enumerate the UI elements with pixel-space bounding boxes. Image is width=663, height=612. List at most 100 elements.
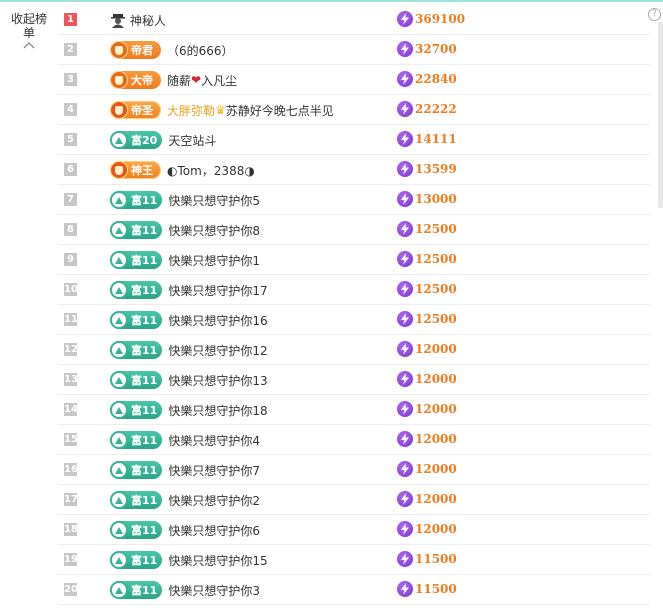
contribution-value: 11500 <box>397 581 457 597</box>
table-row[interactable]: 9 富11 快樂只想守护你1 12500 <box>58 245 650 275</box>
user-name[interactable]: 大胖弥勒 <box>167 102 215 119</box>
user-name[interactable]: 快樂只想守护你6 <box>168 522 260 539</box>
user-name[interactable]: （6的666） <box>167 42 234 59</box>
user-cell[interactable]: 帝君 （6的666） <box>110 39 234 61</box>
user-name[interactable]: 神秘人 <box>130 12 166 29</box>
lightning-icon <box>397 491 413 507</box>
user-cell[interactable]: 富11 快樂只想守护你1 <box>110 249 260 271</box>
heart-icon: ❤ <box>191 73 202 87</box>
wealth-triangle-icon <box>110 251 128 269</box>
rank-number: 13 <box>64 373 78 386</box>
user-cell[interactable]: 富11 快樂只想守护你18 <box>110 399 268 421</box>
user-cell[interactable]: 富11 快樂只想守护你13 <box>110 369 268 391</box>
user-name[interactable]: 快樂只想守护你3 <box>168 582 260 599</box>
user-cell[interactable]: 帝圣 大胖弥勒 ♛ 苏静好今晚七点半见 <box>110 99 334 121</box>
user-cell[interactable]: 富11 快樂只想守护你12 <box>110 339 268 361</box>
wealth-triangle-icon <box>110 401 128 419</box>
value-text: 11500 <box>415 582 457 596</box>
table-row[interactable]: 4 帝圣 大胖弥勒 ♛ 苏静好今晚七点半见 22222 <box>58 95 650 125</box>
user-name[interactable]: ◐Tom，2388◑ <box>167 162 255 179</box>
user-name-secondary[interactable]: 入凡尘 <box>201 72 237 89</box>
table-row[interactable]: 2 帝君 （6的666） 32700 <box>58 35 650 65</box>
user-cell[interactable]: 富11 快樂只想守护你3 <box>110 579 260 601</box>
user-cell[interactable]: 富11 快樂只想守护你16 <box>110 309 268 331</box>
user-cell[interactable]: 富11 快樂只想守护你7 <box>110 459 260 481</box>
level-badge: 富11 <box>110 251 163 269</box>
table-row[interactable]: 14 富11 快樂只想守护你18 12000 <box>58 395 650 425</box>
user-name[interactable]: 快樂只想守护你7 <box>168 462 260 479</box>
scrollbar[interactable] <box>658 22 663 208</box>
table-row[interactable]: 18 富11 快樂只想守护你6 12000 <box>58 515 650 545</box>
user-cell[interactable]: 富11 快樂只想守护你6 <box>110 519 260 541</box>
table-row[interactable]: 5 富20 天空站斗 14111 <box>58 125 650 155</box>
lightning-icon <box>397 521 413 537</box>
user-name[interactable]: 快樂只想守护你2 <box>168 492 260 509</box>
user-name[interactable]: 随薪 <box>167 72 191 89</box>
table-row[interactable]: 15 富11 快樂只想守护你4 12000 <box>58 425 650 455</box>
user-name[interactable]: 快樂只想守护你18 <box>168 402 267 419</box>
user-name[interactable]: 快樂只想守护你8 <box>168 222 260 239</box>
user-cell[interactable]: 富20 天空站斗 <box>110 129 216 151</box>
lightning-icon <box>397 41 413 57</box>
lightning-icon <box>397 311 413 327</box>
rank-number: 17 <box>64 493 78 506</box>
wealth-triangle-icon <box>110 311 128 329</box>
user-cell[interactable]: 神王 ◐Tom，2388◑ <box>110 159 255 181</box>
user-name[interactable]: 快樂只想守护你1 <box>168 252 260 269</box>
table-row[interactable]: 3 大帝 随薪 ❤ 入凡尘 22840 <box>58 65 650 95</box>
user-name[interactable]: 快樂只想守护你5 <box>168 192 260 209</box>
user-name[interactable]: 快樂只想守护你16 <box>168 312 267 329</box>
collapse-ranking-button[interactable]: 收起榜单 <box>10 12 48 49</box>
user-name[interactable]: 快樂只想守护你17 <box>168 282 267 299</box>
badge-label: 富11 <box>131 224 158 237</box>
level-badge: 富11 <box>110 461 163 479</box>
user-name[interactable]: 快樂只想守护你13 <box>168 372 267 389</box>
rank-number: 5 <box>64 133 77 146</box>
ranking-list: 1 神秘人 369100 2 帝君 （6的666） 32700 3 大帝 随薪 ❤ 入凡尘 22840 4… <box>58 5 650 605</box>
table-row[interactable]: 10 富11 快樂只想守护你17 12500 <box>58 275 650 305</box>
badge-label: 富11 <box>131 554 158 567</box>
user-name[interactable]: 快樂只想守护你12 <box>168 342 267 359</box>
user-cell[interactable]: 大帝 随薪 ❤ 入凡尘 <box>110 69 237 91</box>
lightning-icon <box>397 581 413 597</box>
value-text: 32700 <box>415 42 457 56</box>
table-row[interactable]: 1 神秘人 369100 <box>58 5 650 35</box>
table-row[interactable]: 8 富11 快樂只想守护你8 12500 <box>58 215 650 245</box>
wealth-triangle-icon <box>110 281 128 299</box>
user-name-secondary[interactable]: 苏静好今晚七点半见 <box>226 102 334 119</box>
value-text: 12000 <box>415 372 457 386</box>
table-row[interactable]: 6 神王 ◐Tom，2388◑ 13599 <box>58 155 650 185</box>
user-cell[interactable]: 富11 快樂只想守护你17 <box>110 279 268 301</box>
lightning-icon <box>397 461 413 477</box>
value-text: 11500 <box>415 552 457 566</box>
user-name[interactable]: 快樂只想守护你15 <box>168 552 267 569</box>
wealth-triangle-icon <box>110 491 128 509</box>
level-badge: 富11 <box>110 341 163 359</box>
table-row[interactable]: 12 富11 快樂只想守护你12 12000 <box>58 335 650 365</box>
table-row[interactable]: 17 富11 快樂只想守护你2 12000 <box>58 485 650 515</box>
badge-label: 帝圣 <box>131 104 153 117</box>
user-cell[interactable]: 富11 快樂只想守护你8 <box>110 219 260 241</box>
level-badge: 富11 <box>110 581 163 599</box>
user-cell[interactable]: 富11 快樂只想守护你5 <box>110 189 260 211</box>
table-row[interactable]: 16 富11 快樂只想守护你7 12000 <box>58 455 650 485</box>
user-cell[interactable]: 富11 快樂只想守护你15 <box>110 549 268 571</box>
lightning-icon <box>397 431 413 447</box>
user-cell[interactable]: 富11 快樂只想守护你4 <box>110 429 260 451</box>
user-cell[interactable]: 神秘人 <box>110 9 166 31</box>
table-row[interactable]: 20 富11 快樂只想守护你3 11500 <box>58 575 650 605</box>
table-row[interactable]: 7 富11 快樂只想守护你5 13000 <box>58 185 650 215</box>
user-name[interactable]: 天空站斗 <box>168 132 216 149</box>
lightning-icon <box>397 371 413 387</box>
contribution-value: 12500 <box>397 221 457 237</box>
table-row[interactable]: 13 富11 快樂只想守护你13 12000 <box>58 365 650 395</box>
chevron-up-icon <box>23 42 35 49</box>
user-name[interactable]: 快樂只想守护你4 <box>168 432 260 449</box>
badge-label: 帝君 <box>131 44 153 57</box>
user-cell[interactable]: 富11 快樂只想守护你2 <box>110 489 260 511</box>
table-row[interactable]: 11 富11 快樂只想守护你16 12500 <box>58 305 650 335</box>
contribution-value: 12000 <box>397 401 457 417</box>
rank-number: 11 <box>64 313 78 326</box>
rank-number: 12 <box>64 343 78 356</box>
table-row[interactable]: 19 富11 快樂只想守护你15 11500 <box>58 545 650 575</box>
